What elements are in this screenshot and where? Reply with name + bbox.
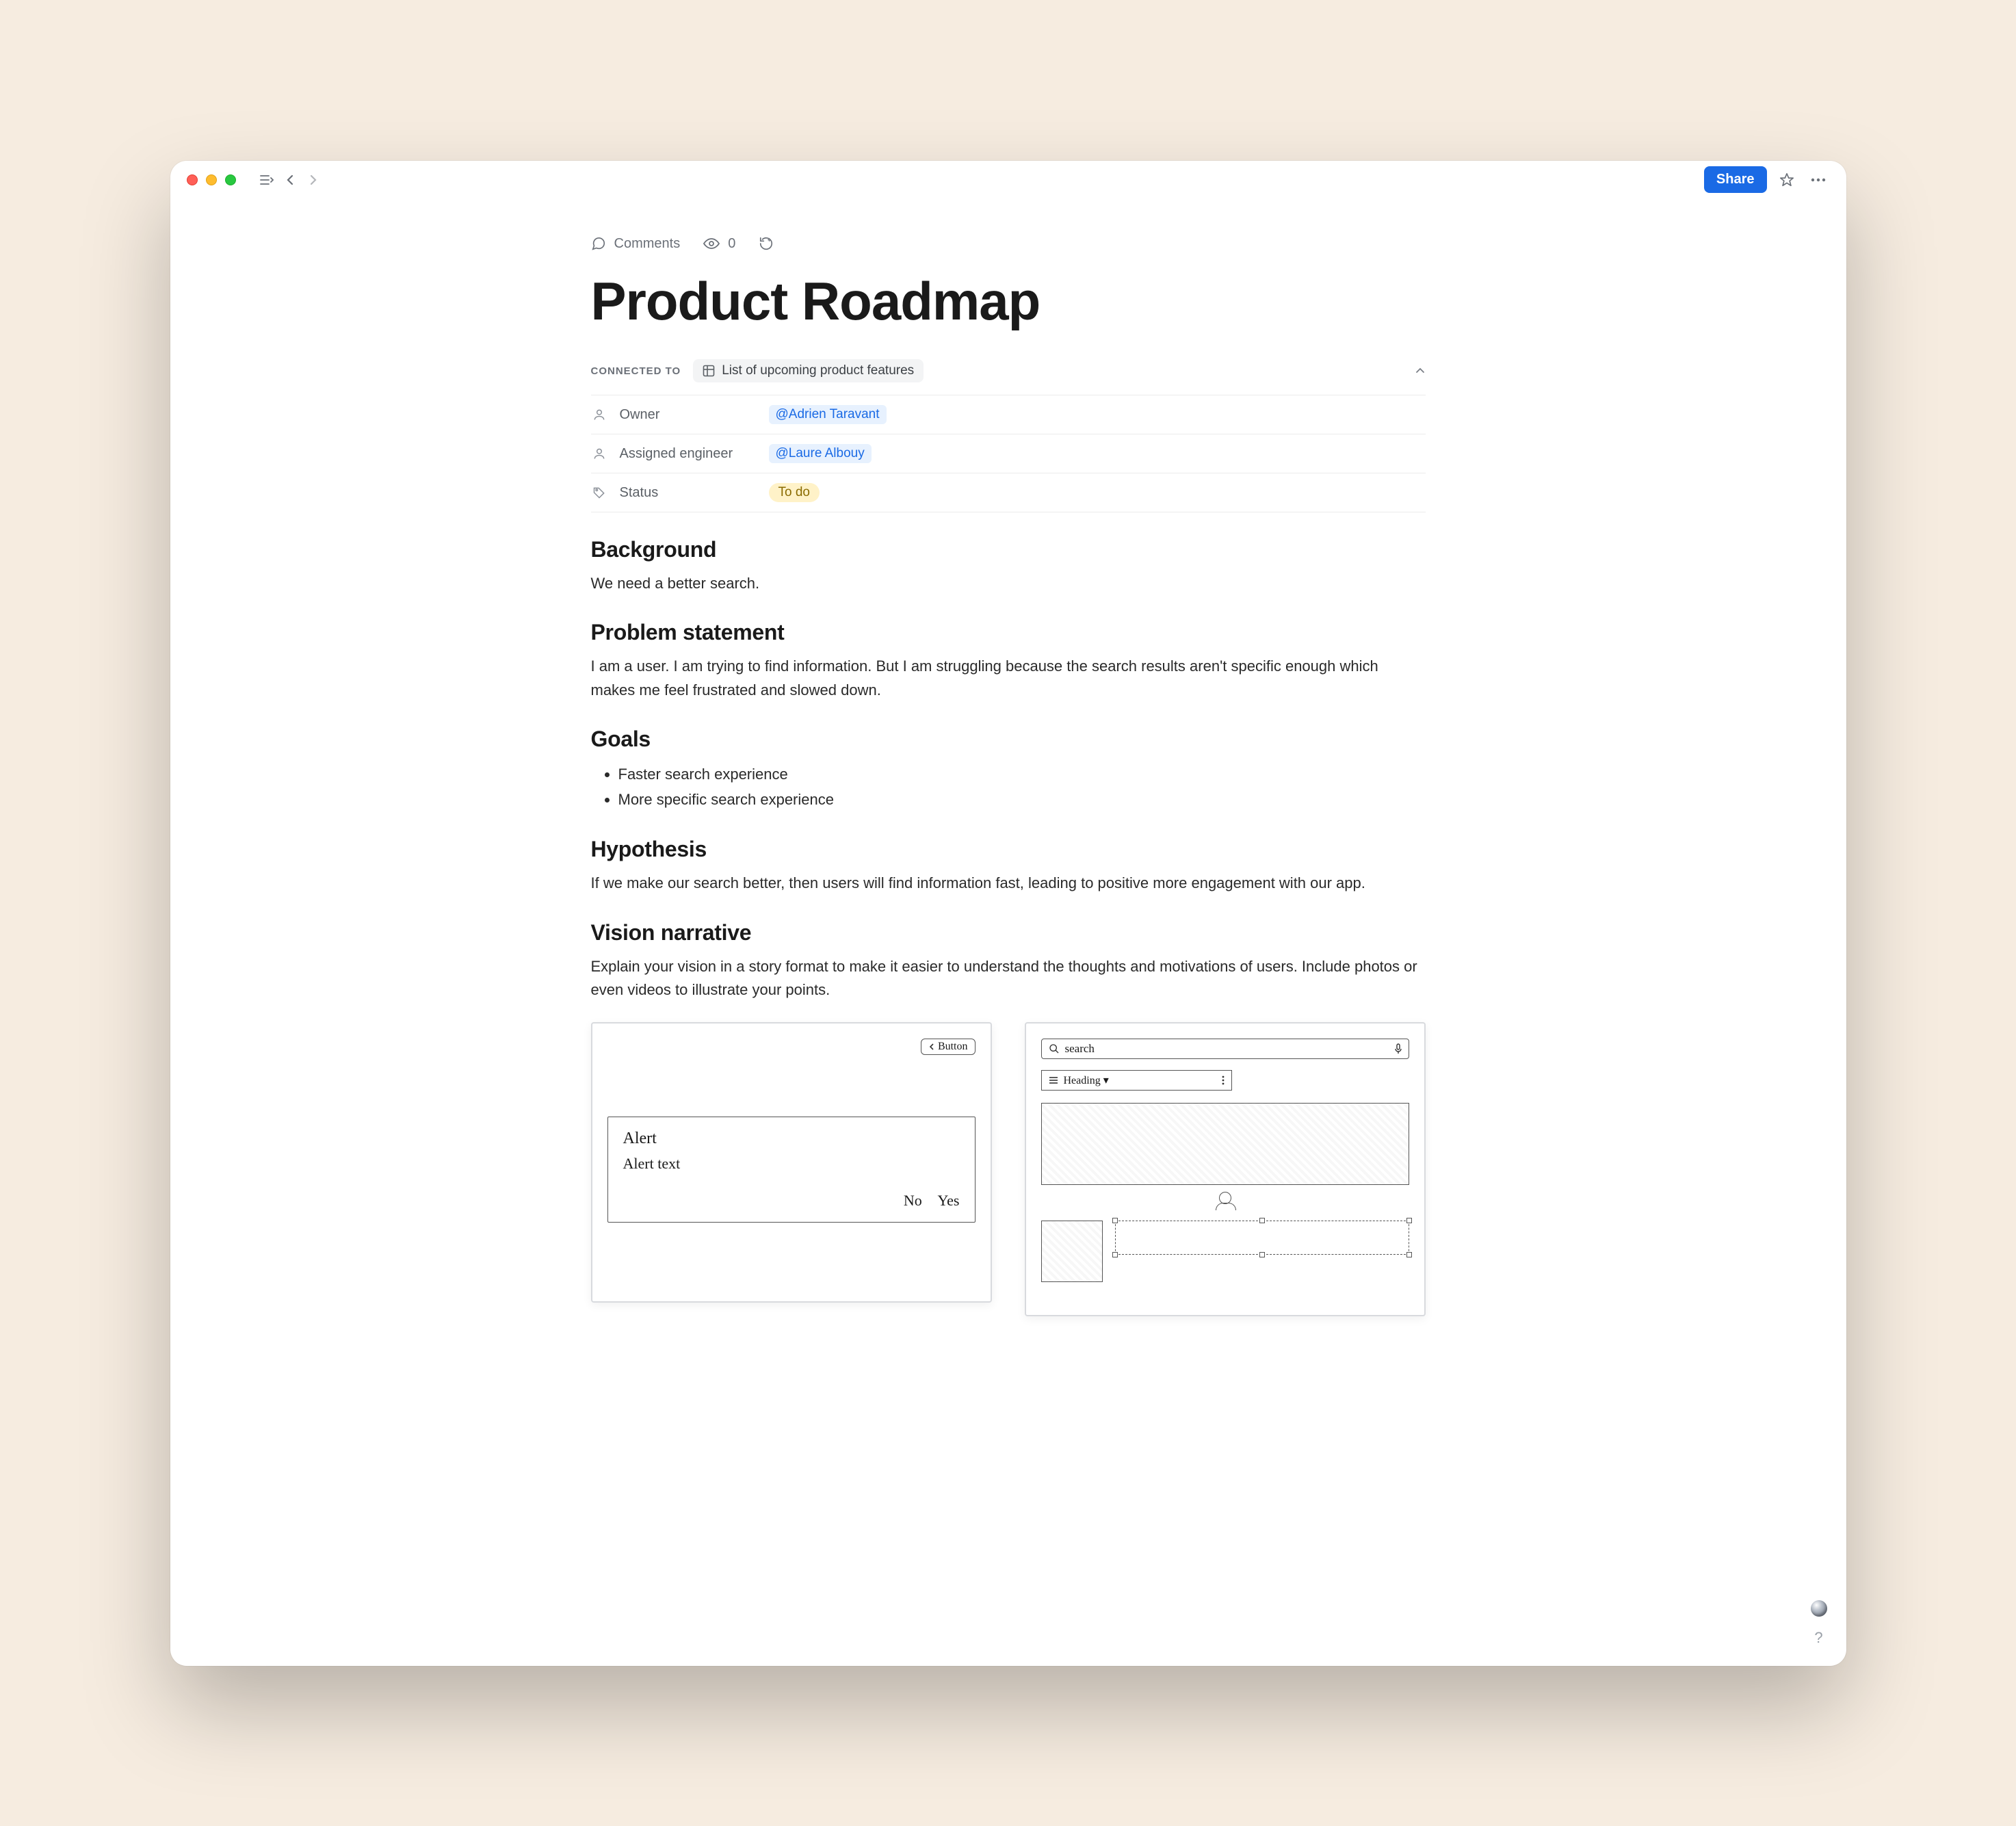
section-goals-list[interactable]: Faster search experience More specific s… — [591, 761, 1426, 813]
document-scroll-area[interactable]: Comments 0 Product Roadmap Connected to … — [170, 199, 1846, 1666]
mockup-no: No — [904, 1192, 922, 1209]
toggle-sidebar-button[interactable] — [255, 168, 278, 192]
bottom-right-controls: ? — [1811, 1600, 1827, 1647]
connected-to-label: Connected to — [591, 365, 681, 377]
close-window-button[interactable] — [187, 174, 198, 185]
property-owner-label: Owner — [620, 407, 757, 423]
section-vision-body[interactable]: Explain your vision in a story format to… — [591, 955, 1426, 1002]
view-count-value: 0 — [728, 236, 735, 252]
nav-forward-button[interactable] — [302, 168, 325, 192]
titlebar: Share — [170, 161, 1846, 199]
mockup-yes: Yes — [937, 1192, 959, 1209]
mockup-row: Button Alert Alert text No Yes sear — [591, 1022, 1426, 1316]
mockup-avatar-icon — [1219, 1192, 1231, 1204]
mockup-alert-card: Alert Alert text No Yes — [607, 1117, 976, 1223]
minimize-window-button[interactable] — [206, 174, 217, 185]
mockup-search-layout[interactable]: search Heading ▾ — [1025, 1022, 1426, 1316]
globe-icon[interactable] — [1811, 1600, 1827, 1617]
mockup-alert-dialog[interactable]: Button Alert Alert text No Yes — [591, 1022, 992, 1303]
section-background-heading[interactable]: Background — [591, 537, 1426, 562]
property-status-row[interactable]: Status To do — [591, 473, 1426, 512]
person-icon — [591, 447, 607, 460]
property-owner-value[interactable]: @Adrien Taravant — [769, 405, 887, 424]
refresh-sparkle-icon — [759, 236, 774, 251]
menu-icon — [1049, 1076, 1058, 1084]
list-item[interactable]: Faster search experience — [618, 761, 1426, 787]
mockup-back-button: Button — [921, 1039, 976, 1055]
page-meta-bar: Comments 0 — [591, 236, 1426, 252]
refresh-button[interactable] — [759, 236, 774, 251]
mic-icon — [1395, 1043, 1402, 1054]
more-vertical-icon — [1222, 1075, 1225, 1085]
section-hypothesis-body[interactable]: If we make our search better, then users… — [591, 872, 1426, 895]
table-icon — [703, 365, 715, 377]
eye-icon — [703, 237, 720, 250]
list-item[interactable]: More specific search experience — [618, 787, 1426, 812]
maximize-window-button[interactable] — [225, 174, 236, 185]
comment-icon — [591, 236, 606, 251]
share-button[interactable]: Share — [1704, 166, 1767, 193]
mockup-thumb-placeholder — [1041, 1221, 1103, 1282]
window-controls — [187, 174, 236, 185]
connected-to-value: List of upcoming product features — [722, 363, 914, 378]
comments-label: Comments — [614, 236, 681, 252]
property-status-label: Status — [620, 485, 757, 501]
person-icon — [591, 408, 607, 421]
mockup-image-placeholder — [1041, 1103, 1409, 1185]
help-button[interactable]: ? — [1814, 1629, 1822, 1647]
section-background-body[interactable]: We need a better search. — [591, 572, 1426, 595]
property-engineer-row[interactable]: Assigned engineer @Laure Albouy — [591, 434, 1426, 473]
section-hypothesis-heading[interactable]: Hypothesis — [591, 837, 1426, 862]
search-icon — [1049, 1043, 1060, 1054]
view-count[interactable]: 0 — [703, 236, 735, 252]
document-content: Comments 0 Product Roadmap Connected to … — [591, 199, 1426, 1398]
property-engineer-value[interactable]: @Laure Albouy — [769, 444, 872, 463]
connected-to-chip[interactable]: List of upcoming product features — [693, 359, 924, 382]
section-problem-body[interactable]: I am a user. I am trying to find informa… — [591, 655, 1426, 701]
app-window: Share Comments 0 — [170, 161, 1846, 1666]
section-vision-heading[interactable]: Vision narrative — [591, 920, 1426, 945]
section-goals-heading[interactable]: Goals — [591, 727, 1426, 752]
section-problem-heading[interactable]: Problem statement — [591, 620, 1426, 645]
property-engineer-label: Assigned engineer — [620, 446, 757, 462]
property-owner-row[interactable]: Owner @Adrien Taravant — [591, 395, 1426, 434]
property-status-value[interactable]: To do — [769, 483, 820, 502]
connected-to-row[interactable]: Connected to List of upcoming product fe… — [591, 359, 1426, 395]
page-title[interactable]: Product Roadmap — [591, 274, 1426, 330]
more-menu-button[interactable] — [1807, 168, 1830, 192]
chevron-left-icon — [928, 1043, 935, 1051]
tag-icon — [591, 486, 607, 499]
mockup-alert-title: Alert — [623, 1130, 960, 1148]
comments-button[interactable]: Comments — [591, 236, 681, 252]
nav-back-button[interactable] — [278, 168, 302, 192]
collapse-chevron-icon[interactable] — [1415, 367, 1426, 375]
mockup-selection-box — [1115, 1221, 1409, 1255]
favorite-button[interactable] — [1775, 168, 1798, 192]
mockup-alert-actions: No Yes — [623, 1192, 960, 1210]
mockup-search-bar: search — [1041, 1039, 1409, 1059]
mockup-heading-dropdown: Heading ▾ — [1041, 1070, 1233, 1091]
mockup-alert-text: Alert text — [623, 1155, 960, 1173]
